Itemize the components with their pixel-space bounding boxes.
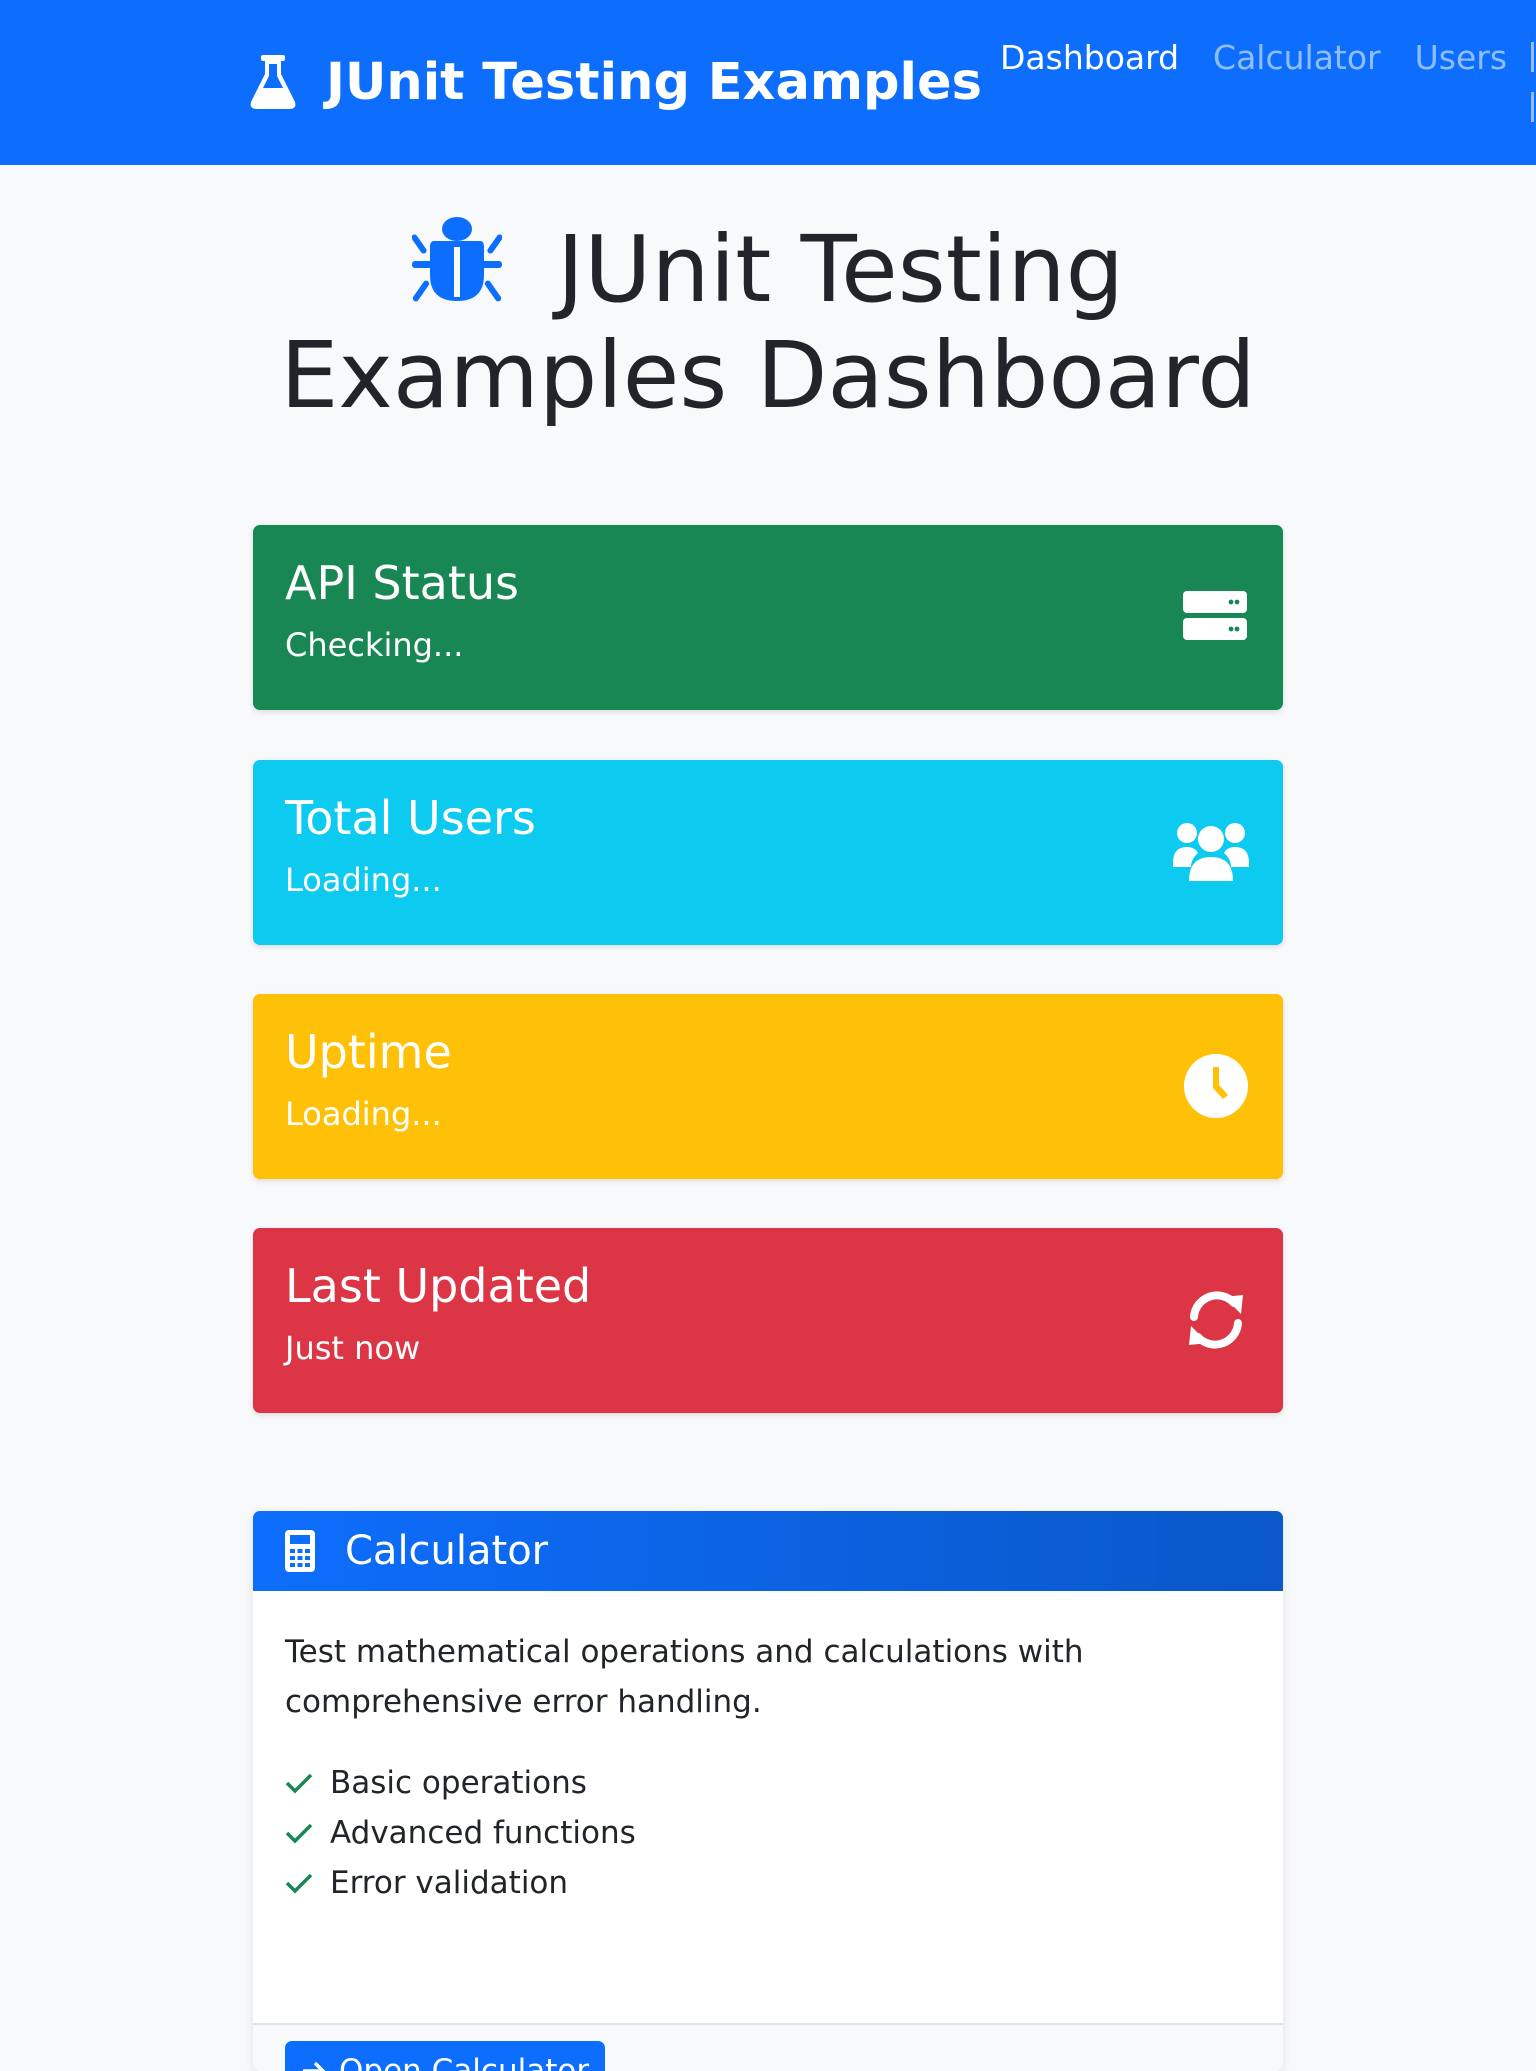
- calculator-card-title: Calculator: [345, 1528, 549, 1574]
- uptime-value: Loading...: [285, 1095, 442, 1133]
- calculator-card: Calculator Test mathematical operations …: [253, 1511, 1283, 2071]
- open-calculator-label: Open Calculator: [339, 2053, 590, 2071]
- total-users-card: Total Users Loading...: [253, 760, 1283, 945]
- brand-label: JUnit Testing Examples: [326, 52, 982, 112]
- open-calculator-button[interactable]: Open Calculator: [285, 2041, 606, 2071]
- last-updated-card: Last Updated Just now: [253, 1228, 1283, 1413]
- list-item: Basic operations: [285, 1758, 636, 1808]
- calculator-card-description: Test mathematical operations and calcula…: [285, 1634, 1084, 1720]
- list-item: Advanced functions: [285, 1808, 636, 1858]
- last-updated-value: Just now: [285, 1329, 421, 1367]
- calculator-icon: [285, 1530, 315, 1572]
- calculator-feature-list: Basic operations Advanced functions Erro…: [285, 1758, 636, 1908]
- last-updated-title: Last Updated: [285, 1259, 592, 1313]
- users-icon: [1173, 823, 1249, 881]
- bug-icon: [411, 217, 502, 302]
- nav-link-calculator[interactable]: Calculator: [1213, 34, 1381, 82]
- nav-link-overflow[interactable]: [1528, 34, 1536, 137]
- calculator-card-header: Calculator: [253, 1511, 1283, 1591]
- list-item: Error validation: [285, 1858, 636, 1908]
- flask-icon: [250, 55, 296, 109]
- uptime-title: Uptime: [285, 1025, 452, 1079]
- total-users-value: Loading...: [285, 861, 442, 899]
- feature-label: Advanced functions: [330, 1815, 636, 1851]
- sync-icon: [1189, 1291, 1243, 1349]
- navbar-brand[interactable]: JUnit Testing Examples: [250, 50, 982, 114]
- total-users-title: Total Users: [285, 791, 536, 845]
- page-title: JUnit Testing Examples Dashboard: [253, 213, 1283, 429]
- clock-icon: [1184, 1054, 1248, 1118]
- nav-link-users[interactable]: Users: [1415, 34, 1507, 82]
- check-icon: [285, 1773, 313, 1794]
- api-status-card: API Status Checking...: [253, 525, 1283, 710]
- uptime-card: Uptime Loading...: [253, 994, 1283, 1179]
- server-icon: [1183, 591, 1247, 640]
- nav-overflow-glyph: [1531, 42, 1534, 122]
- nav-link-dashboard[interactable]: Dashboard: [1000, 34, 1179, 82]
- check-icon: [285, 1873, 313, 1894]
- feature-label: Basic operations: [330, 1765, 587, 1801]
- feature-label: Error validation: [330, 1865, 569, 1901]
- check-icon: [285, 1823, 313, 1844]
- api-status-title: API Status: [285, 556, 519, 610]
- navbar: JUnit Testing Examples Dashboard Calcula…: [0, 0, 1536, 165]
- api-status-value: Checking...: [285, 626, 464, 664]
- nav-links: Dashboard Calculator Users: [1000, 34, 1536, 82]
- arrow-right-icon: [303, 2061, 326, 2071]
